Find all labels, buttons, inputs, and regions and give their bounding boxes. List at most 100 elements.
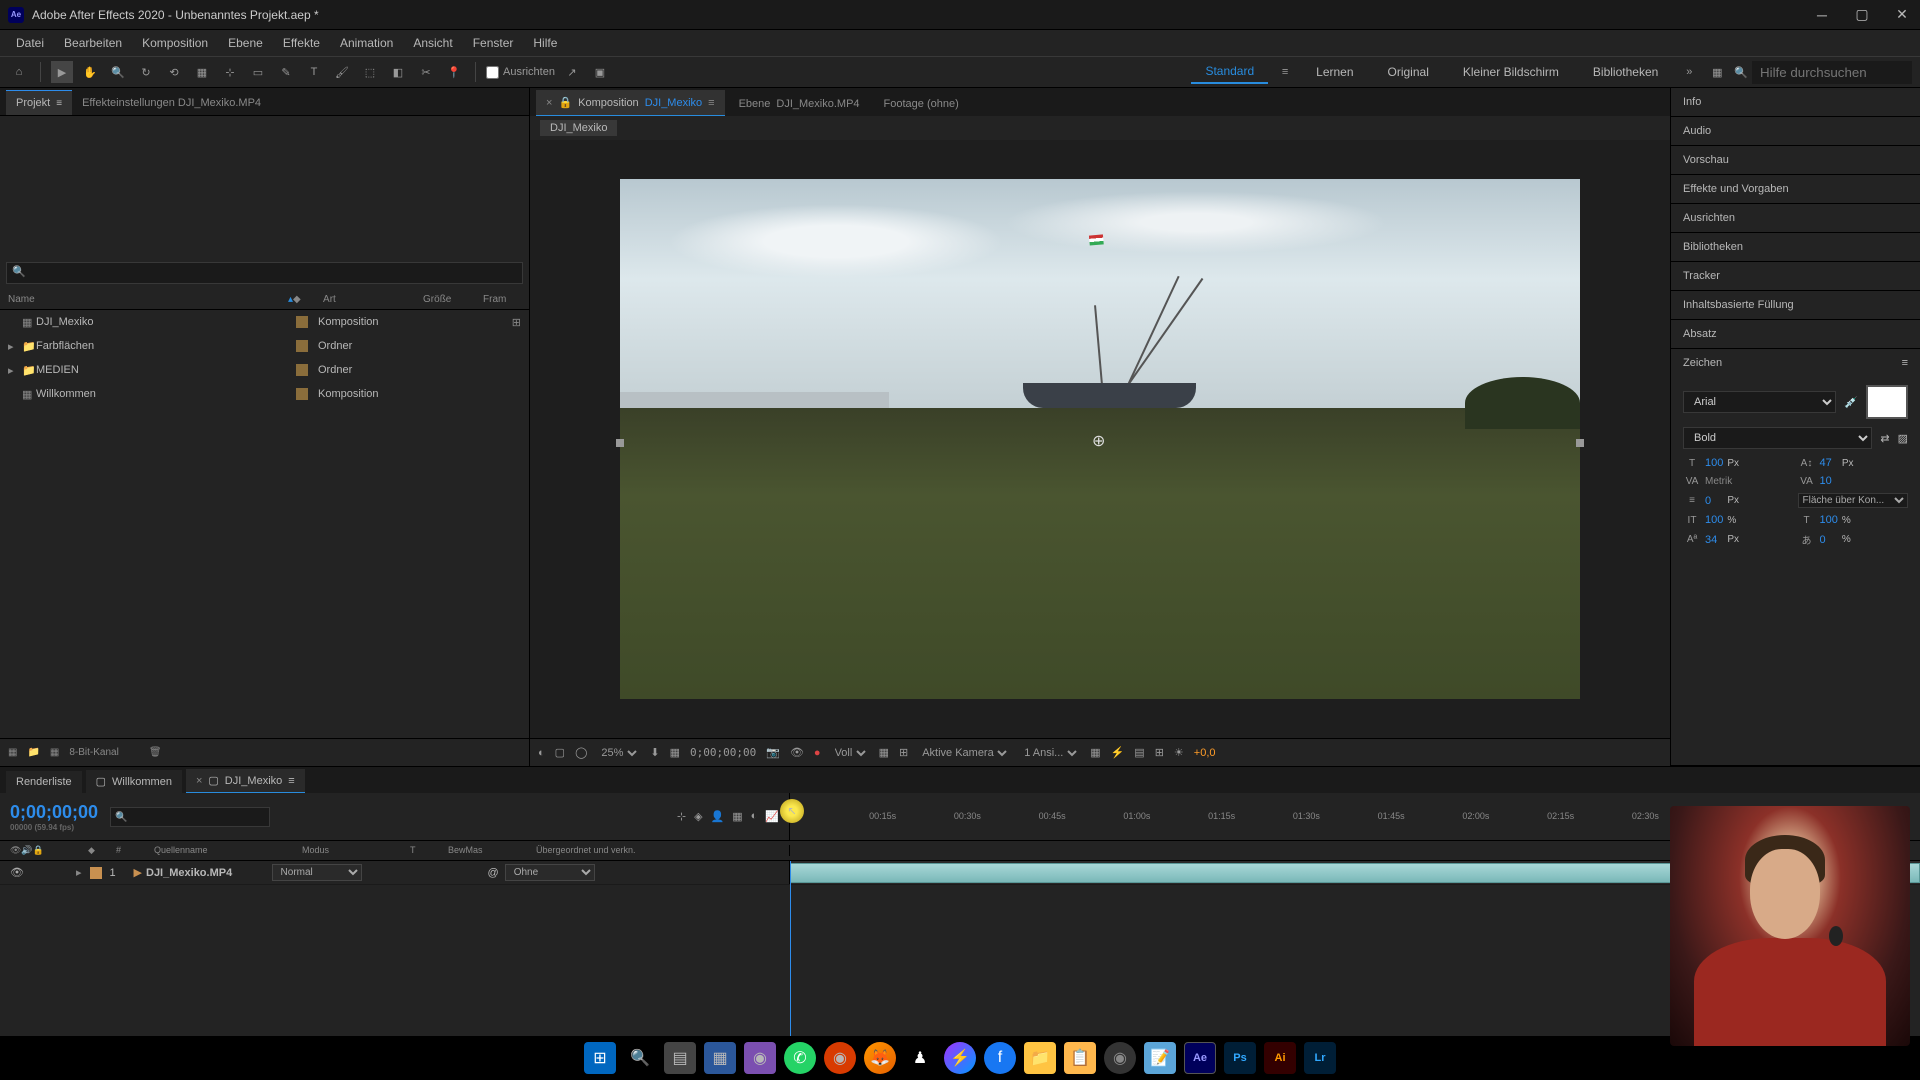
tsume-value[interactable]: 0 xyxy=(1820,534,1838,546)
draft-3d-icon[interactable]: ◈ xyxy=(694,810,702,823)
camera-select[interactable]: Aktive Kamera xyxy=(918,746,1010,760)
workspace-biblio[interactable]: Bibliotheken xyxy=(1579,61,1672,83)
pixel-aspect-icon[interactable]: ▦ xyxy=(1090,746,1100,759)
source-header[interactable]: Quellenname xyxy=(154,845,294,856)
fill-option-select[interactable]: Fläche über Kon... xyxy=(1798,493,1909,508)
footage-tab[interactable]: Footage (ohne) xyxy=(874,92,969,116)
panel-vorschau[interactable]: Vorschau xyxy=(1671,146,1920,174)
start-button[interactable]: ⊞ xyxy=(584,1042,616,1074)
effect-controls-tab[interactable]: Effekteinstellungen DJI_Mexiko.MP4 xyxy=(72,91,271,115)
brush-tool[interactable]: 🖌 xyxy=(331,61,353,83)
panel-menu-icon[interactable]: ≡ xyxy=(1902,357,1908,369)
channel-icon[interactable]: ● xyxy=(814,747,821,759)
t-header[interactable]: T xyxy=(410,845,440,856)
label-color[interactable] xyxy=(296,316,308,328)
close-button[interactable]: ✕ xyxy=(1892,5,1912,25)
comp-mini-flowchart-icon[interactable]: ⊹ xyxy=(677,810,686,823)
header-size[interactable]: Größe xyxy=(423,294,483,305)
taskbar-app-3[interactable]: ◉ xyxy=(824,1042,856,1074)
taskbar-app-2[interactable]: ◉ xyxy=(744,1042,776,1074)
project-search-input[interactable] xyxy=(6,262,523,284)
anchor-point-icon[interactable] xyxy=(1092,431,1108,447)
clone-tool[interactable]: ⬚ xyxy=(359,61,381,83)
blend-mode-select[interactable]: Normal xyxy=(272,864,362,881)
parent-select[interactable]: Ohne xyxy=(505,864,595,881)
header-name[interactable]: Name xyxy=(8,294,288,305)
snapshot-icon[interactable]: 📷 xyxy=(766,746,780,759)
menu-ansicht[interactable]: Ansicht xyxy=(405,32,460,54)
composition-viewer[interactable] xyxy=(530,140,1670,738)
timeline-layer-1[interactable]: 👁 ▸ 1 ▶ DJI_Mexiko.MP4 Normal @ Ohne xyxy=(0,861,1920,885)
views-select[interactable]: 1 Ansi... xyxy=(1020,746,1080,760)
menu-komposition[interactable]: Komposition xyxy=(134,32,216,54)
taskbar-app-5[interactable]: 📋 xyxy=(1064,1042,1096,1074)
hand-tool[interactable]: ✋ xyxy=(79,61,101,83)
panel-zeichen[interactable]: Zeichen ≡ xyxy=(1671,349,1920,377)
vscale-value[interactable]: 100 xyxy=(1705,514,1723,526)
resolution-select[interactable]: Voll xyxy=(831,746,869,760)
snap-checkbox[interactable]: Ausrichten xyxy=(486,66,555,79)
new-folder-icon[interactable]: 📁 xyxy=(27,747,39,758)
graph-editor-icon[interactable]: 📈 xyxy=(765,810,779,823)
home-tool[interactable]: ⌂ xyxy=(8,61,30,83)
visibility-toggle[interactable]: 👁 xyxy=(10,866,24,879)
help-search[interactable] xyxy=(1752,61,1912,84)
fast-preview-icon[interactable]: ⚡ xyxy=(1111,746,1125,759)
taskbar-app-4[interactable]: ♟ xyxy=(904,1042,936,1074)
tab-willkommen[interactable]: ▢Willkommen xyxy=(86,770,182,793)
messenger-icon[interactable]: ⚡ xyxy=(944,1042,976,1074)
zoom-select[interactable]: 25% xyxy=(597,746,640,760)
stroke-value[interactable]: 0 xyxy=(1705,495,1723,507)
interpret-icon[interactable]: ▦ xyxy=(8,747,17,758)
flowchart-icon[interactable]: ⊞ xyxy=(1155,746,1164,759)
baseline-value[interactable]: 34 xyxy=(1705,534,1723,546)
panel-menu-icon[interactable]: ≡ xyxy=(56,98,62,109)
timeline-icon[interactable]: ▤ xyxy=(1134,746,1144,759)
project-item-1[interactable]: ▸ 📁 Farbflächen Ordner xyxy=(0,334,529,358)
label-color[interactable] xyxy=(296,388,308,400)
obs-icon[interactable]: ◉ xyxy=(1104,1042,1136,1074)
bpc-toggle[interactable]: 8-Bit-Kanal xyxy=(69,747,118,758)
parent-header[interactable]: Übergeordnet und verkn. xyxy=(536,845,779,856)
current-timecode[interactable]: 0;00;00;00 00000 (59.94 fps) xyxy=(10,802,98,832)
anchor-tool[interactable]: ⊹ xyxy=(219,61,241,83)
selection-handle-left[interactable] xyxy=(616,439,624,447)
panel-tracker[interactable]: Tracker xyxy=(1671,262,1920,290)
shy-icon[interactable]: 👤 xyxy=(711,810,725,823)
firefox-icon[interactable]: 🦊 xyxy=(864,1042,896,1074)
mode-header[interactable]: Modus xyxy=(302,845,402,856)
notepad-icon[interactable]: 📝 xyxy=(1144,1042,1176,1074)
menu-animation[interactable]: Animation xyxy=(332,32,401,54)
menu-bearbeiten[interactable]: Bearbeiten xyxy=(56,32,130,54)
layer-label-color[interactable] xyxy=(90,867,102,879)
trkmat-header[interactable]: BewMas xyxy=(448,845,528,856)
task-view-icon[interactable]: ▤ xyxy=(664,1042,696,1074)
pen-tool[interactable]: ✎ xyxy=(275,61,297,83)
breadcrumb-item[interactable]: DJI_Mexiko xyxy=(540,120,617,136)
pickwhip-icon[interactable]: @ xyxy=(488,867,499,879)
lightroom-icon[interactable]: Lr xyxy=(1304,1042,1336,1074)
zoom-tool[interactable]: 🔍 xyxy=(107,61,129,83)
puppet-tool[interactable]: 📍 xyxy=(443,61,465,83)
panel-audio[interactable]: Audio xyxy=(1671,117,1920,145)
panel-absatz[interactable]: Absatz xyxy=(1671,320,1920,348)
workspace-panel-icon[interactable]: ▦ xyxy=(1706,61,1728,83)
font-weight-select[interactable]: Bold xyxy=(1683,427,1872,449)
transparency-grid-icon[interactable]: ▦ xyxy=(879,746,889,759)
playhead[interactable]: ↖ xyxy=(780,799,804,823)
menu-ebene[interactable]: Ebene xyxy=(220,32,271,54)
panel-info[interactable]: Info xyxy=(1671,88,1920,116)
text-tool[interactable]: T xyxy=(303,61,325,83)
tab-dji-mexiko[interactable]: × ▢ DJI_Mexiko ≡ xyxy=(186,769,305,793)
panel-ausrichten[interactable]: Ausrichten xyxy=(1671,204,1920,232)
workspace-lernen[interactable]: Lernen xyxy=(1302,61,1367,83)
menu-hilfe[interactable]: Hilfe xyxy=(525,32,565,54)
panel-inhalt[interactable]: Inhaltsbasierte Füllung xyxy=(1671,291,1920,319)
show-snapshot-icon[interactable]: 👁 xyxy=(790,746,804,759)
twirl-icon[interactable]: ▸ xyxy=(8,340,22,353)
rotate-tool[interactable]: ⟲ xyxy=(163,61,185,83)
fill-color-swatch[interactable] xyxy=(1866,385,1908,419)
roi-icon[interactable]: ▦ xyxy=(670,746,680,759)
lock-icon[interactable]: 🔒 xyxy=(558,96,572,109)
menu-effekte[interactable]: Effekte xyxy=(275,32,328,54)
